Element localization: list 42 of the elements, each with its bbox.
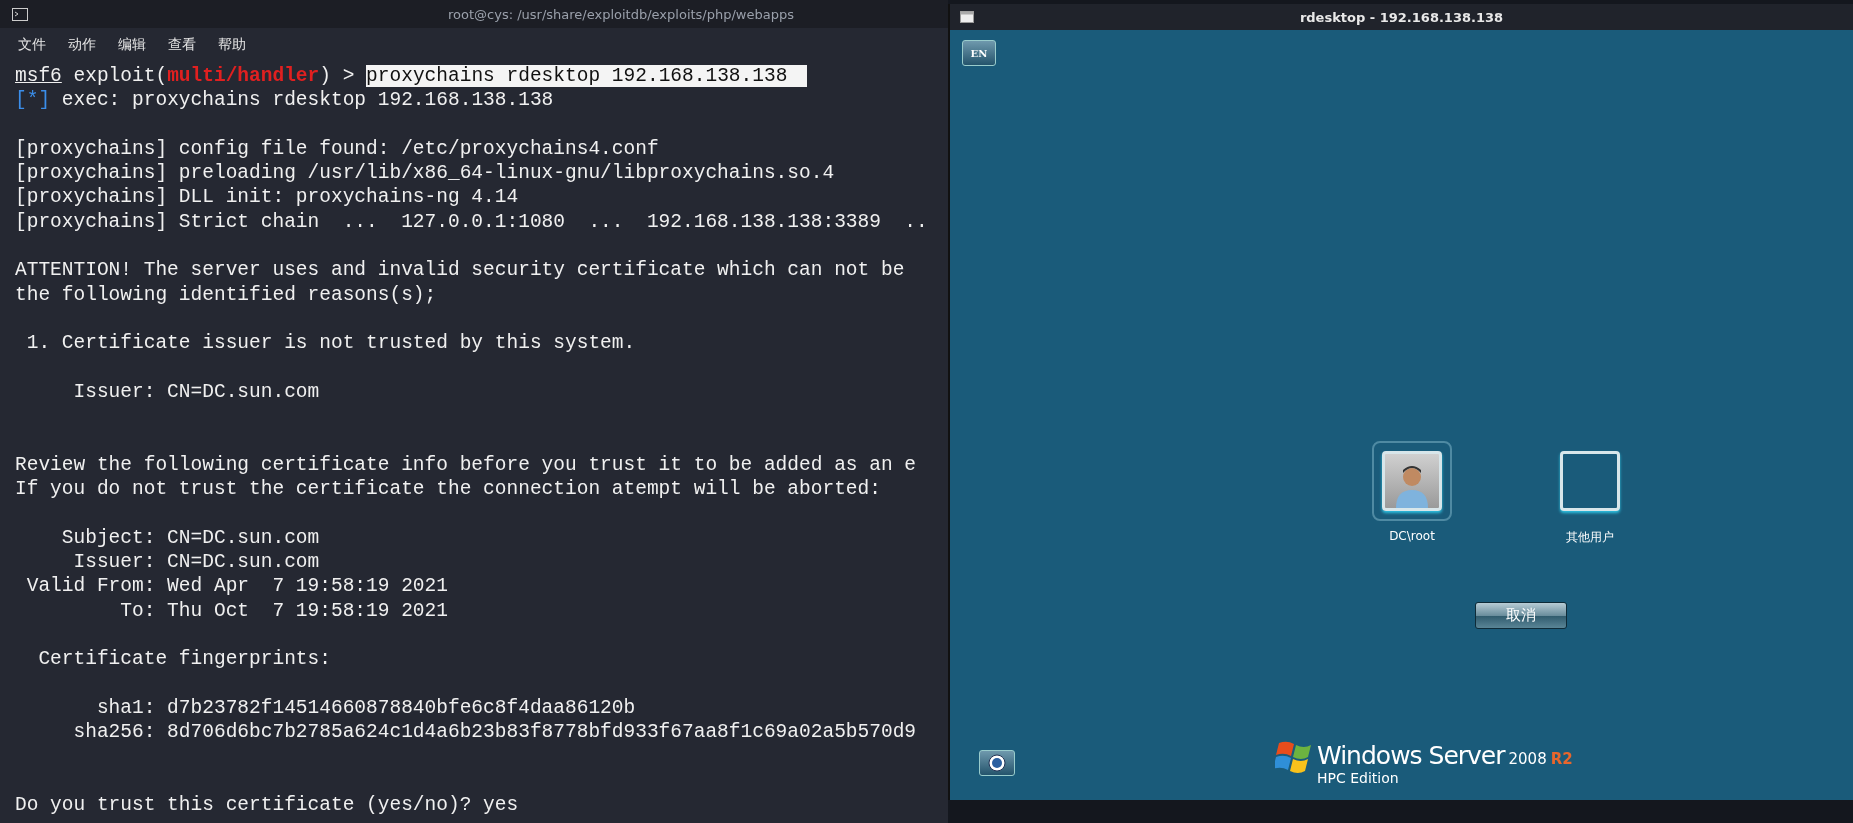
output-line: Valid From: Wed Apr 7 19:58:19 2021 <box>25 574 449 599</box>
output-line: Issuer: CN=DC.sun.com <box>72 379 321 405</box>
output-line: [proxychains] preloading /usr/lib/x86_64-linux-gnu/libproxychains.so.4 <box>15 161 836 186</box>
output-line: sha256: 8d706d6bc7b2785a624c1d4a6b23b83f8778bfd933f67aa8f1c69a02a5b570d9 <box>72 720 918 745</box>
output-line: [*] exec: proxychains rdesktop 192.168.138.138 <box>15 88 555 113</box>
user-name: DC\root <box>1389 529 1435 543</box>
window-icon <box>12 7 28 21</box>
output-line: If you do not trust the certificate the connection atempt will be aborted: <box>15 477 882 502</box>
output-line: To: Thu Oct 7 19:58:19 2021 <box>119 598 449 623</box>
output-line: Do you trust this certificate (yes/no)? yes <box>15 792 520 818</box>
window-title: root@cys: /usr/share/exploitdb/exploits/php/webapps <box>448 6 794 22</box>
output-line: [proxychains] DLL init: proxychains-ng 4.14 <box>15 185 520 210</box>
logo-text: HPC Edition <box>1317 770 1400 786</box>
output-line: Subject: CN=DC.sun.com <box>60 525 321 550</box>
menu-item[interactable]: 帮助 <box>218 36 246 54</box>
user-tile[interactable] <box>1372 441 1452 521</box>
menu-item[interactable]: 文件 <box>18 36 46 54</box>
language-button[interactable]: EN <box>962 40 996 66</box>
ease-of-access-icon <box>988 754 1006 772</box>
output-line: Certificate fingerprints: <box>37 647 332 672</box>
windows-logo-icon <box>1275 741 1313 775</box>
window-title: rdesktop - 192.168.138.138 <box>1299 9 1504 25</box>
output-line: [proxychains] config file found: /etc/proxychains4.conf <box>15 136 660 162</box>
user-name: 其他用户 <box>1566 529 1614 546</box>
output-line: Issuer: CN=DC.sun.com <box>72 549 321 575</box>
menu-item[interactable]: 编辑 <box>118 36 146 54</box>
output-line: sha1: d7b23782f14514660878840bfe6c8f4daa86120b <box>95 695 637 720</box>
prompt-line: msf6 exploit(multi/handler) > proxychains rdesktop 192.168.138.138 <box>15 64 948 89</box>
ease-of-access-button[interactable] <box>979 750 1015 776</box>
cancel-button[interactable]: 取消 <box>1475 602 1567 629</box>
user-avatar-icon <box>1395 464 1429 508</box>
window-icon <box>960 11 974 23</box>
menu-item[interactable]: 查看 <box>168 36 196 54</box>
menu-item[interactable]: 动作 <box>68 36 96 54</box>
logo-text: Windows Server <box>1317 741 1505 770</box>
logo-text: 2008 <box>1508 750 1547 768</box>
output-line: Review the following certificate info before you trust it to be added as an e <box>15 452 918 478</box>
output-line: 1. Certificate issuer is not trusted by this system. <box>25 331 637 356</box>
logo-text: R2 <box>1550 750 1573 768</box>
output-line: the following identified reasons(s); <box>15 282 438 307</box>
output-line: [proxychains] Strict chain ... 127.0.0.1:1080 ... 192.168.138.138:3389 .. <box>15 209 929 235</box>
output-line: ATTENTION! The server uses and invalid security certificate which can not be <box>15 258 906 283</box>
